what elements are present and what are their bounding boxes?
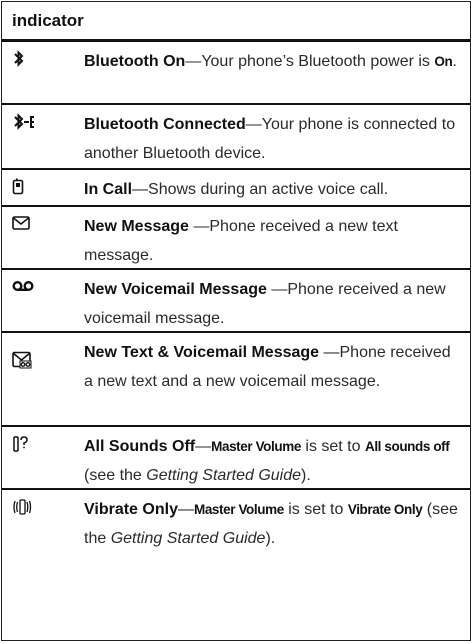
indicator-table: indicator Bluetooth On—Your phone’s Blue… bbox=[1, 1, 471, 641]
row-description: New Message —Phone received a new text m… bbox=[84, 218, 398, 264]
row-description: Bluetooth Connected—Your phone is connec… bbox=[84, 116, 456, 162]
row-description: All Sounds Off—Master Volume is set to A… bbox=[84, 438, 450, 484]
envelope-icon bbox=[2, 207, 84, 268]
header-title: indicator bbox=[12, 10, 84, 30]
row-description: In Call—Shows during an active voice cal… bbox=[84, 181, 389, 198]
table-row: Bluetooth Connected—Your phone is connec… bbox=[2, 105, 470, 170]
text-voicemail-icon bbox=[2, 333, 84, 425]
in-call-icon bbox=[2, 170, 84, 205]
bluetooth-connected-icon bbox=[2, 105, 84, 168]
table-header: indicator bbox=[2, 2, 470, 42]
table-row: Vibrate Only—Master Volume is set to Vib… bbox=[2, 490, 470, 561]
bluetooth-icon bbox=[2, 42, 84, 103]
table-row: New Message —Phone received a new text m… bbox=[2, 207, 470, 270]
row-description: New Text & Voicemail Message —Phone rece… bbox=[84, 344, 451, 390]
table-row: All Sounds Off—Master Volume is set to A… bbox=[2, 427, 470, 490]
row-description: Bluetooth On—Your phone’s Bluetooth powe… bbox=[84, 53, 457, 70]
sounds-off-icon bbox=[2, 427, 84, 488]
vibrate-icon bbox=[2, 490, 84, 561]
table-row: Bluetooth On—Your phone’s Bluetooth powe… bbox=[2, 42, 470, 105]
table-row: New Voicemail Message —Phone received a … bbox=[2, 270, 470, 333]
voicemail-icon bbox=[2, 270, 84, 331]
row-description: Vibrate Only—Master Volume is set to Vib… bbox=[84, 501, 458, 547]
table-row: In Call—Shows during an active voice cal… bbox=[2, 170, 470, 207]
table-row: New Text & Voicemail Message —Phone rece… bbox=[2, 333, 470, 427]
row-description: New Voicemail Message —Phone received a … bbox=[84, 281, 446, 327]
